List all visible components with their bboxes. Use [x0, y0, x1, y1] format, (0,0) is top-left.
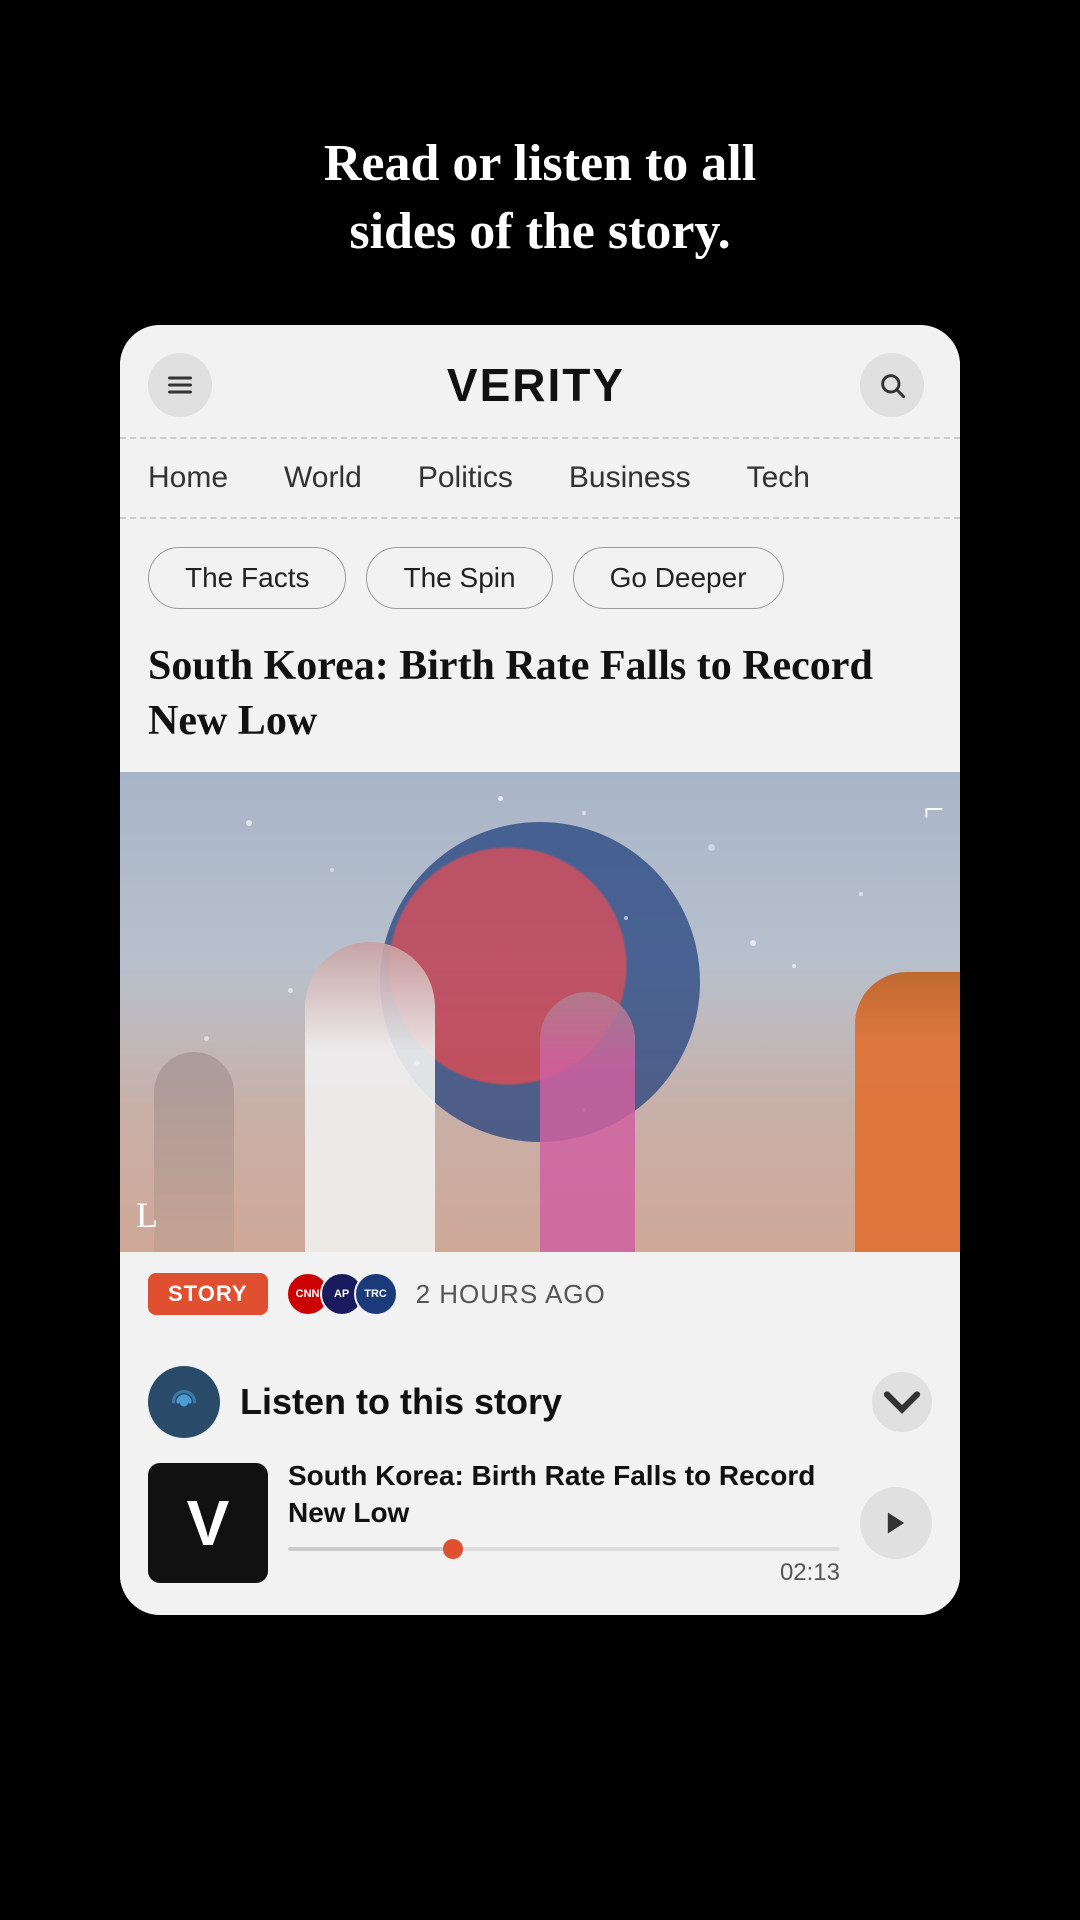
nav-item-politics[interactable]: Politics — [390, 439, 541, 517]
podcast-icon[interactable] — [148, 1366, 220, 1438]
progress-dot[interactable] — [443, 1539, 463, 1559]
filter-bar: The Facts The Spin Go Deeper — [120, 519, 960, 629]
nav-item-home[interactable]: Home — [148, 439, 256, 517]
app-card: VERITY Home World Politics Business Tech… — [120, 325, 960, 1615]
progress-bar[interactable] — [288, 1547, 840, 1551]
story-badge: STORY — [148, 1273, 268, 1315]
nav-bar: Home World Politics Business Tech — [120, 437, 960, 519]
listen-title: Listen to this story — [240, 1381, 562, 1423]
track-time: 02:13 — [288, 1559, 840, 1587]
filter-the-spin[interactable]: The Spin — [366, 547, 552, 609]
shrink-icon[interactable]: L — [136, 1194, 158, 1236]
track-info: South Korea: Birth Rate Falls to Record … — [288, 1458, 840, 1587]
nav-item-business[interactable]: Business — [541, 439, 719, 517]
hero-image: ⌐ L — [120, 772, 960, 1252]
app-header: VERITY — [120, 325, 960, 437]
article-title: South Korea: Birth Rate Falls to Record … — [120, 629, 960, 772]
filter-the-facts[interactable]: The Facts — [148, 547, 346, 609]
source-icons: CNN AP TRC — [286, 1272, 398, 1316]
story-meta: STORY CNN AP TRC 2 HOURS AGO — [120, 1252, 960, 1336]
app-logo: VERITY — [447, 358, 625, 412]
tagline: Read or listen to all sides of the story… — [244, 130, 836, 265]
nav-item-tech[interactable]: Tech — [719, 439, 838, 517]
play-button[interactable] — [860, 1487, 932, 1559]
expand-icon[interactable]: ⌐ — [924, 788, 944, 830]
track-title: South Korea: Birth Rate Falls to Record … — [288, 1458, 840, 1531]
filter-go-deeper[interactable]: Go Deeper — [573, 547, 784, 609]
source-icon-trc: TRC — [354, 1272, 398, 1316]
audio-player: V South Korea: Birth Rate Falls to Recor… — [148, 1458, 932, 1587]
album-art: V — [148, 1463, 268, 1583]
search-button[interactable] — [860, 353, 924, 417]
chevron-down-button[interactable] — [872, 1372, 932, 1432]
listen-header: Listen to this story — [120, 1346, 960, 1458]
listen-section: Listen to this story V South Korea: Birt… — [120, 1336, 960, 1587]
album-v-logo: V — [187, 1486, 230, 1560]
progress-fill — [288, 1547, 454, 1551]
menu-button[interactable] — [148, 353, 212, 417]
listen-left: Listen to this story — [148, 1366, 562, 1438]
time-ago: 2 HOURS AGO — [416, 1279, 606, 1310]
nav-item-world[interactable]: World — [256, 439, 390, 517]
